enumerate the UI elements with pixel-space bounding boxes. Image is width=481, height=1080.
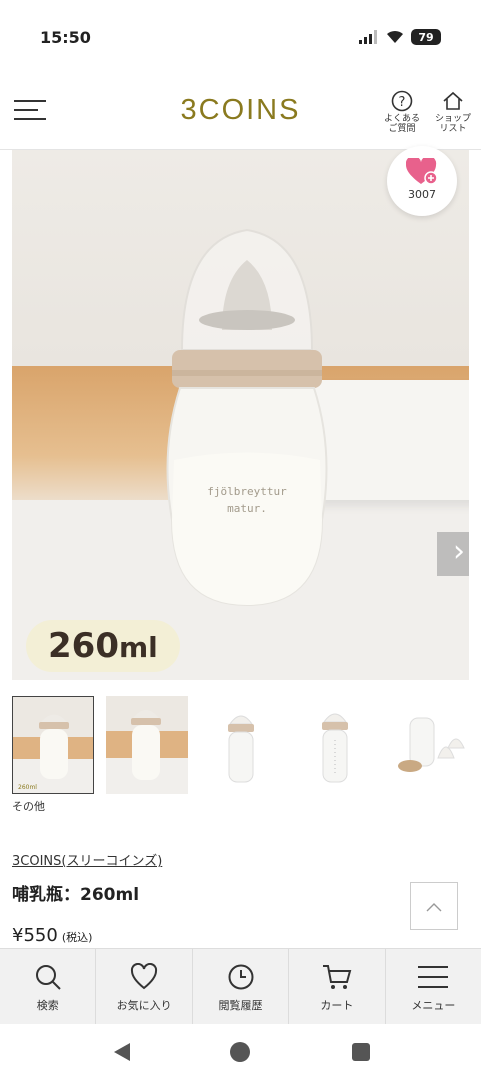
back-icon[interactable] xyxy=(113,1042,131,1062)
size-unit: ml xyxy=(118,631,158,664)
svg-text:matur.: matur. xyxy=(227,502,267,515)
nav-history[interactable]: 閲覧履歴 xyxy=(193,949,290,1024)
recent-apps-icon[interactable] xyxy=(352,1043,370,1061)
clock-icon xyxy=(228,964,254,990)
faq-label: よくある ご質問 xyxy=(383,114,420,134)
wifi-icon xyxy=(387,30,403,43)
size-value: 260 xyxy=(48,626,119,666)
bottom-nav: 検索 お気に入り 閲覧履歴 カート メニュー xyxy=(0,948,481,1024)
thumbnail-4[interactable] xyxy=(294,696,376,794)
shop-list-label: ショップ リスト xyxy=(434,114,471,134)
status-bar: 15:50 79 xyxy=(0,0,481,76)
bottle-print-text: fjölbreyttur xyxy=(207,485,287,498)
nav-menu-label: メニュー xyxy=(411,999,456,1012)
thumbnail-1[interactable]: 260ml xyxy=(12,696,94,794)
faq-button[interactable]: ? よくある ご質問 xyxy=(379,90,425,134)
status-time: 15:50 xyxy=(40,28,91,47)
product-main-image[interactable]: fjölbreyttur matur. 260ml › xyxy=(12,150,469,680)
heart-icon xyxy=(131,963,158,990)
heart-plus-icon xyxy=(405,155,438,185)
nav-search-label: 検索 xyxy=(36,999,59,1012)
brand-link[interactable]: 3COINS(スリーコインズ) xyxy=(12,850,162,869)
thumbnail-2[interactable] xyxy=(106,696,188,794)
nav-cart-label: カート xyxy=(320,999,354,1012)
home-icon xyxy=(443,91,463,110)
thumbnail-strip: 260ml xyxy=(12,696,481,796)
next-image-button[interactable]: › xyxy=(437,532,469,576)
chevron-up-icon xyxy=(426,903,442,912)
question-circle-icon: ? xyxy=(391,90,413,112)
bottle-image: fjölbreyttur matur. xyxy=(166,228,328,607)
tax-note: (税込) xyxy=(61,931,93,944)
thumbnail-3[interactable] xyxy=(200,696,282,794)
size-badge: 260ml xyxy=(26,620,180,672)
scroll-to-top-button[interactable] xyxy=(410,882,458,930)
product-price: ¥550 (税込) xyxy=(12,925,92,946)
battery-indicator: 79 xyxy=(411,29,441,45)
nav-favorites[interactable]: お気に入り xyxy=(96,949,193,1024)
shop-list-button[interactable]: ショップ リスト xyxy=(430,90,476,134)
system-nav-bar xyxy=(0,1024,481,1080)
nav-cart[interactable]: カート xyxy=(289,949,386,1024)
search-icon xyxy=(35,965,61,990)
nav-search[interactable]: 検索 xyxy=(0,949,97,1024)
nav-favorites-label: お気に入り xyxy=(116,999,172,1012)
menu-icon xyxy=(418,966,449,988)
price-value: ¥550 xyxy=(12,925,58,946)
thumbnail-5[interactable] xyxy=(388,696,470,794)
signal-icon xyxy=(359,30,377,44)
thumbnail-caption: その他 xyxy=(12,800,45,813)
favorite-button[interactable]: 3007 xyxy=(387,146,457,216)
nav-history-label: 閲覧履歴 xyxy=(218,999,263,1012)
nav-menu[interactable]: メニュー xyxy=(386,949,481,1024)
home-circle-icon[interactable] xyxy=(230,1042,250,1062)
favorite-count: 3007 xyxy=(408,188,436,201)
svg-text:?: ? xyxy=(399,95,406,110)
status-icons: 79 xyxy=(359,29,441,45)
cart-icon xyxy=(322,965,352,989)
product-name: 哺乳瓶：260ml xyxy=(12,885,140,905)
app-header: 3COINS ? よくある ご質問 ショップ リスト xyxy=(0,76,481,150)
thumb-size-label: 260ml xyxy=(18,784,37,791)
